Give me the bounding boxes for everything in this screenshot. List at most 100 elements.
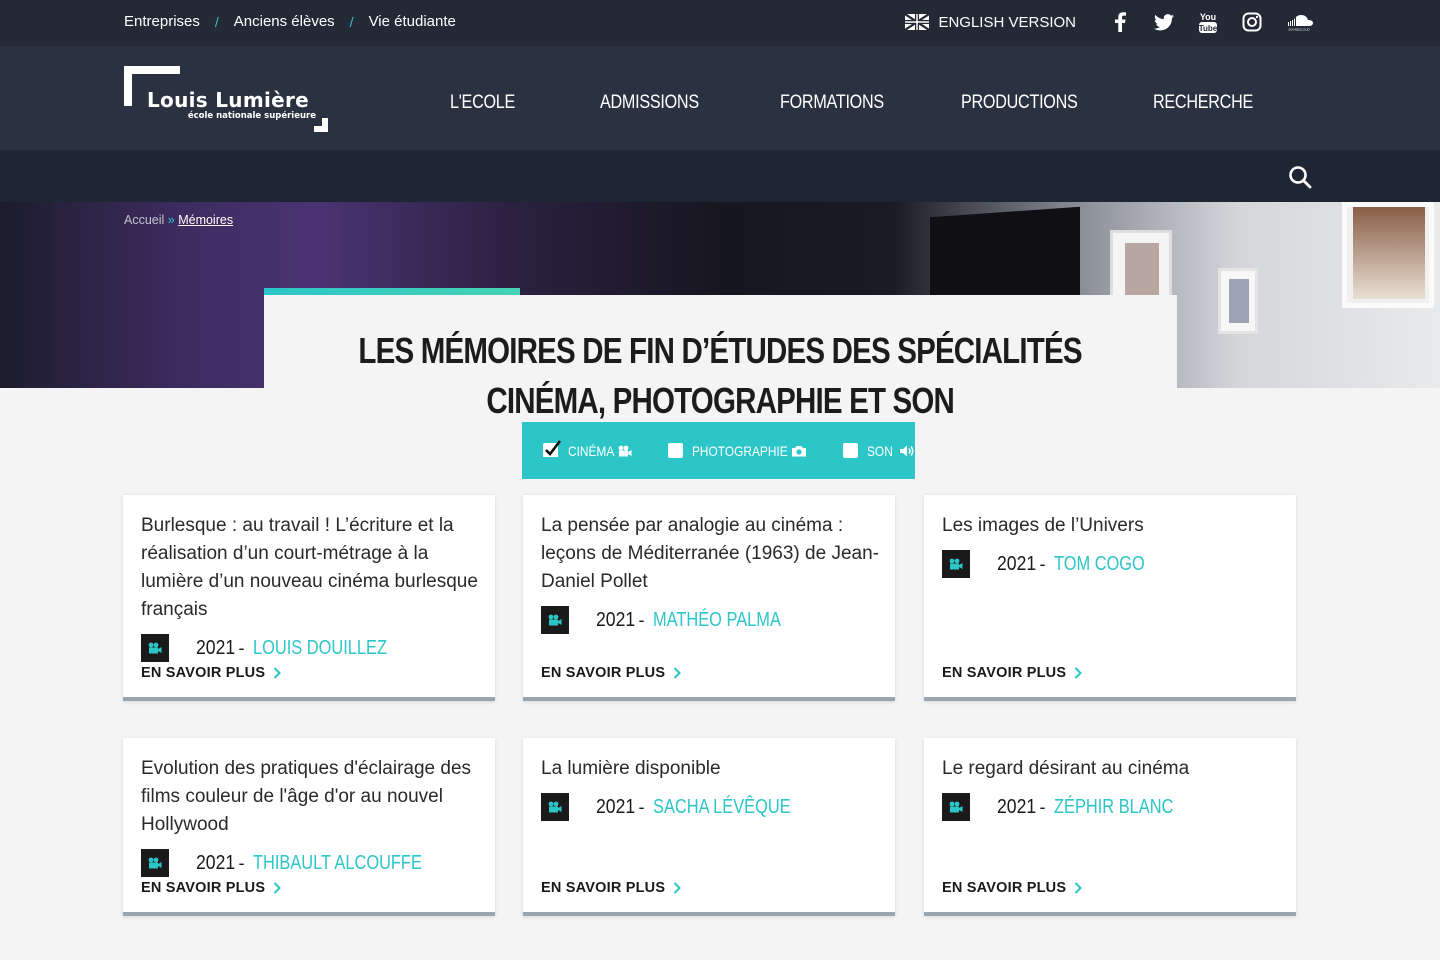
- hero-photo-frame: [1218, 268, 1258, 334]
- memoire-card[interactable]: Evolution des pratiques d'éclairage des …: [123, 738, 495, 916]
- nav-recherche[interactable]: RECHERCHE: [1153, 92, 1253, 114]
- card-more-link[interactable]: EN SAVOIR PLUS: [541, 880, 682, 896]
- filter-cinema[interactable]: CINÉMA: [543, 440, 632, 459]
- top-bar: Entreprises / Anciens élèves / Vie étudi…: [0, 0, 1440, 46]
- nav-ecole[interactable]: L'ECOLE: [450, 92, 515, 114]
- title-accent-bar: [264, 288, 520, 295]
- memoire-card[interactable]: La lumière disponible 2021 - SACHA LÉVÊQ…: [523, 738, 895, 916]
- card-title[interactable]: Les images de l’Univers: [942, 512, 1282, 540]
- card-author[interactable]: ZÉPHIR BLANC: [1054, 796, 1173, 819]
- link-entreprises[interactable]: Entreprises: [124, 13, 200, 30]
- search-icon[interactable]: [1288, 165, 1312, 189]
- chevron-right-icon: [673, 667, 682, 679]
- svg-text:Tube: Tube: [1199, 24, 1218, 33]
- logo-name: Louis Lumière: [144, 88, 313, 112]
- memoire-card[interactable]: La pensée par analogie au cinéma : leçon…: [523, 495, 895, 701]
- page-title-line1: LES MÉMOIRES DE FIN D’ÉTUDES DES SPÉCIAL…: [358, 330, 1083, 371]
- card-dash: -: [1039, 796, 1046, 817]
- card-more-link[interactable]: EN SAVOIR PLUS: [141, 880, 282, 896]
- card-more-link[interactable]: EN SAVOIR PLUS: [942, 880, 1083, 896]
- cinema-category-icon: [942, 550, 970, 578]
- card-year: 2021: [196, 851, 236, 874]
- card-more-label: EN SAVOIR PLUS: [541, 880, 666, 896]
- chevron-right-icon: [1074, 882, 1083, 894]
- youtube-icon[interactable]: You Tube: [1196, 10, 1220, 34]
- card-more-label: EN SAVOIR PLUS: [141, 665, 266, 681]
- cinema-category-icon: [141, 849, 169, 877]
- card-title[interactable]: Burlesque : au travail ! L’écriture et l…: [141, 512, 481, 624]
- card-meta: 2021 - LOUIS DOUILLEZ: [141, 634, 416, 662]
- page-title-line2: CINÉMA, PHOTOGRAPHIE ET SON: [486, 380, 956, 421]
- card-title[interactable]: Evolution des pratiques d'éclairage des …: [141, 755, 481, 839]
- card-more-link[interactable]: EN SAVOIR PLUS: [942, 665, 1083, 681]
- card-dash: -: [638, 609, 645, 630]
- main-header: Louis Lumière école nationale supérieure…: [0, 46, 1440, 150]
- separator: /: [349, 13, 354, 30]
- breadcrumb: Accueil » Mémoires: [124, 213, 233, 227]
- card-year: 2021: [997, 795, 1037, 818]
- card-author[interactable]: LOUIS DOUILLEZ: [253, 637, 387, 660]
- chevron-right-icon: [273, 882, 282, 894]
- card-dash: -: [238, 637, 245, 658]
- twitter-icon[interactable]: [1152, 10, 1176, 34]
- speaker-icon: [899, 444, 915, 458]
- card-title[interactable]: La pensée par analogie au cinéma : leçon…: [541, 512, 881, 596]
- secondary-nav: Entreprises / Anciens élèves / Vie étudi…: [124, 13, 456, 30]
- card-more-label: EN SAVOIR PLUS: [942, 880, 1067, 896]
- card-author[interactable]: THIBAULT ALCOUFFE: [253, 852, 422, 875]
- card-title[interactable]: La lumière disponible: [541, 755, 881, 783]
- card-more-link[interactable]: EN SAVOIR PLUS: [541, 665, 682, 681]
- card-meta: 2021 - ZÉPHIR BLANC: [942, 793, 1199, 821]
- chevron-right-icon: [1074, 667, 1083, 679]
- card-meta: 2021 - SACHA LÉVÊQUE: [541, 793, 820, 821]
- memoire-card[interactable]: Burlesque : au travail ! L’écriture et l…: [123, 495, 495, 701]
- breadcrumb-home[interactable]: Accueil: [124, 213, 164, 227]
- card-title[interactable]: Le regard désirant au cinéma: [942, 755, 1282, 783]
- card-author[interactable]: MATHÉO PALMA: [653, 609, 781, 632]
- cinema-category-icon: [942, 793, 970, 821]
- chevron-right-icon: [273, 667, 282, 679]
- filter-photographie[interactable]: PHOTOGRAPHIE: [668, 443, 807, 459]
- logo-corner-bottom: [314, 118, 328, 132]
- school-logo[interactable]: Louis Lumière école nationale supérieure: [124, 66, 328, 132]
- card-dash: -: [238, 852, 245, 873]
- instagram-icon[interactable]: [1240, 10, 1264, 34]
- top-right: ENGLISH VERSION You Tube SOUNDCLOUD: [905, 10, 1314, 34]
- card-author[interactable]: SACHA LÉVÊQUE: [653, 796, 791, 819]
- filter-son[interactable]: SON: [843, 443, 915, 459]
- link-vie-etudiante[interactable]: Vie étudiante: [369, 13, 456, 30]
- search-bar: [0, 150, 1440, 202]
- uk-flag-icon: [905, 14, 930, 30]
- nav-productions[interactable]: PRODUCTIONS: [961, 92, 1078, 114]
- breadcrumb-current[interactable]: Mémoires: [178, 213, 233, 227]
- cinema-category-icon: [541, 793, 569, 821]
- svg-text:You: You: [1200, 12, 1216, 22]
- memoire-card[interactable]: Le regard désirant au cinéma 2021 - ZÉPH…: [924, 738, 1296, 916]
- filter-photographie-checkbox[interactable]: [668, 443, 684, 458]
- english-version-link[interactable]: ENGLISH VERSION: [905, 14, 1076, 31]
- card-author[interactable]: TOM COGO: [1054, 553, 1145, 576]
- soundcloud-icon[interactable]: SOUNDCLOUD: [1284, 10, 1314, 34]
- filter-cinema-checkbox[interactable]: [543, 440, 562, 458]
- card-meta: 2021 - MATHÉO PALMA: [541, 606, 808, 634]
- social-links: You Tube SOUNDCLOUD: [1088, 10, 1314, 34]
- card-meta: 2021 - THIBAULT ALCOUFFE: [141, 849, 458, 877]
- film-camera-icon: [618, 445, 632, 457]
- nav-formations[interactable]: FORMATIONS: [780, 92, 884, 114]
- page-title: LES MÉMOIRES DE FIN D’ÉTUDES DES SPÉCIAL…: [264, 326, 1177, 426]
- card-more-link[interactable]: EN SAVOIR PLUS: [141, 665, 282, 681]
- card-more-label: EN SAVOIR PLUS: [141, 880, 266, 896]
- facebook-icon[interactable]: [1108, 10, 1132, 34]
- card-year: 2021: [196, 636, 236, 659]
- nav-admissions[interactable]: ADMISSIONS: [600, 92, 699, 114]
- card-year: 2021: [596, 795, 636, 818]
- filter-son-checkbox[interactable]: [843, 443, 858, 458]
- breadcrumb-separator: »: [164, 213, 179, 227]
- card-more-label: EN SAVOIR PLUS: [942, 665, 1067, 681]
- filter-cinema-label: CINÉMA: [568, 442, 615, 459]
- svg-text:SOUNDCLOUD: SOUNDCLOUD: [1288, 28, 1310, 32]
- memoire-card[interactable]: Les images de l’Univers 2021 - TOM COGO …: [924, 495, 1296, 701]
- hero-photo-frame: [1342, 202, 1434, 308]
- link-anciens-eleves[interactable]: Anciens élèves: [234, 13, 335, 30]
- logo-subtitle: école nationale supérieure: [187, 111, 316, 121]
